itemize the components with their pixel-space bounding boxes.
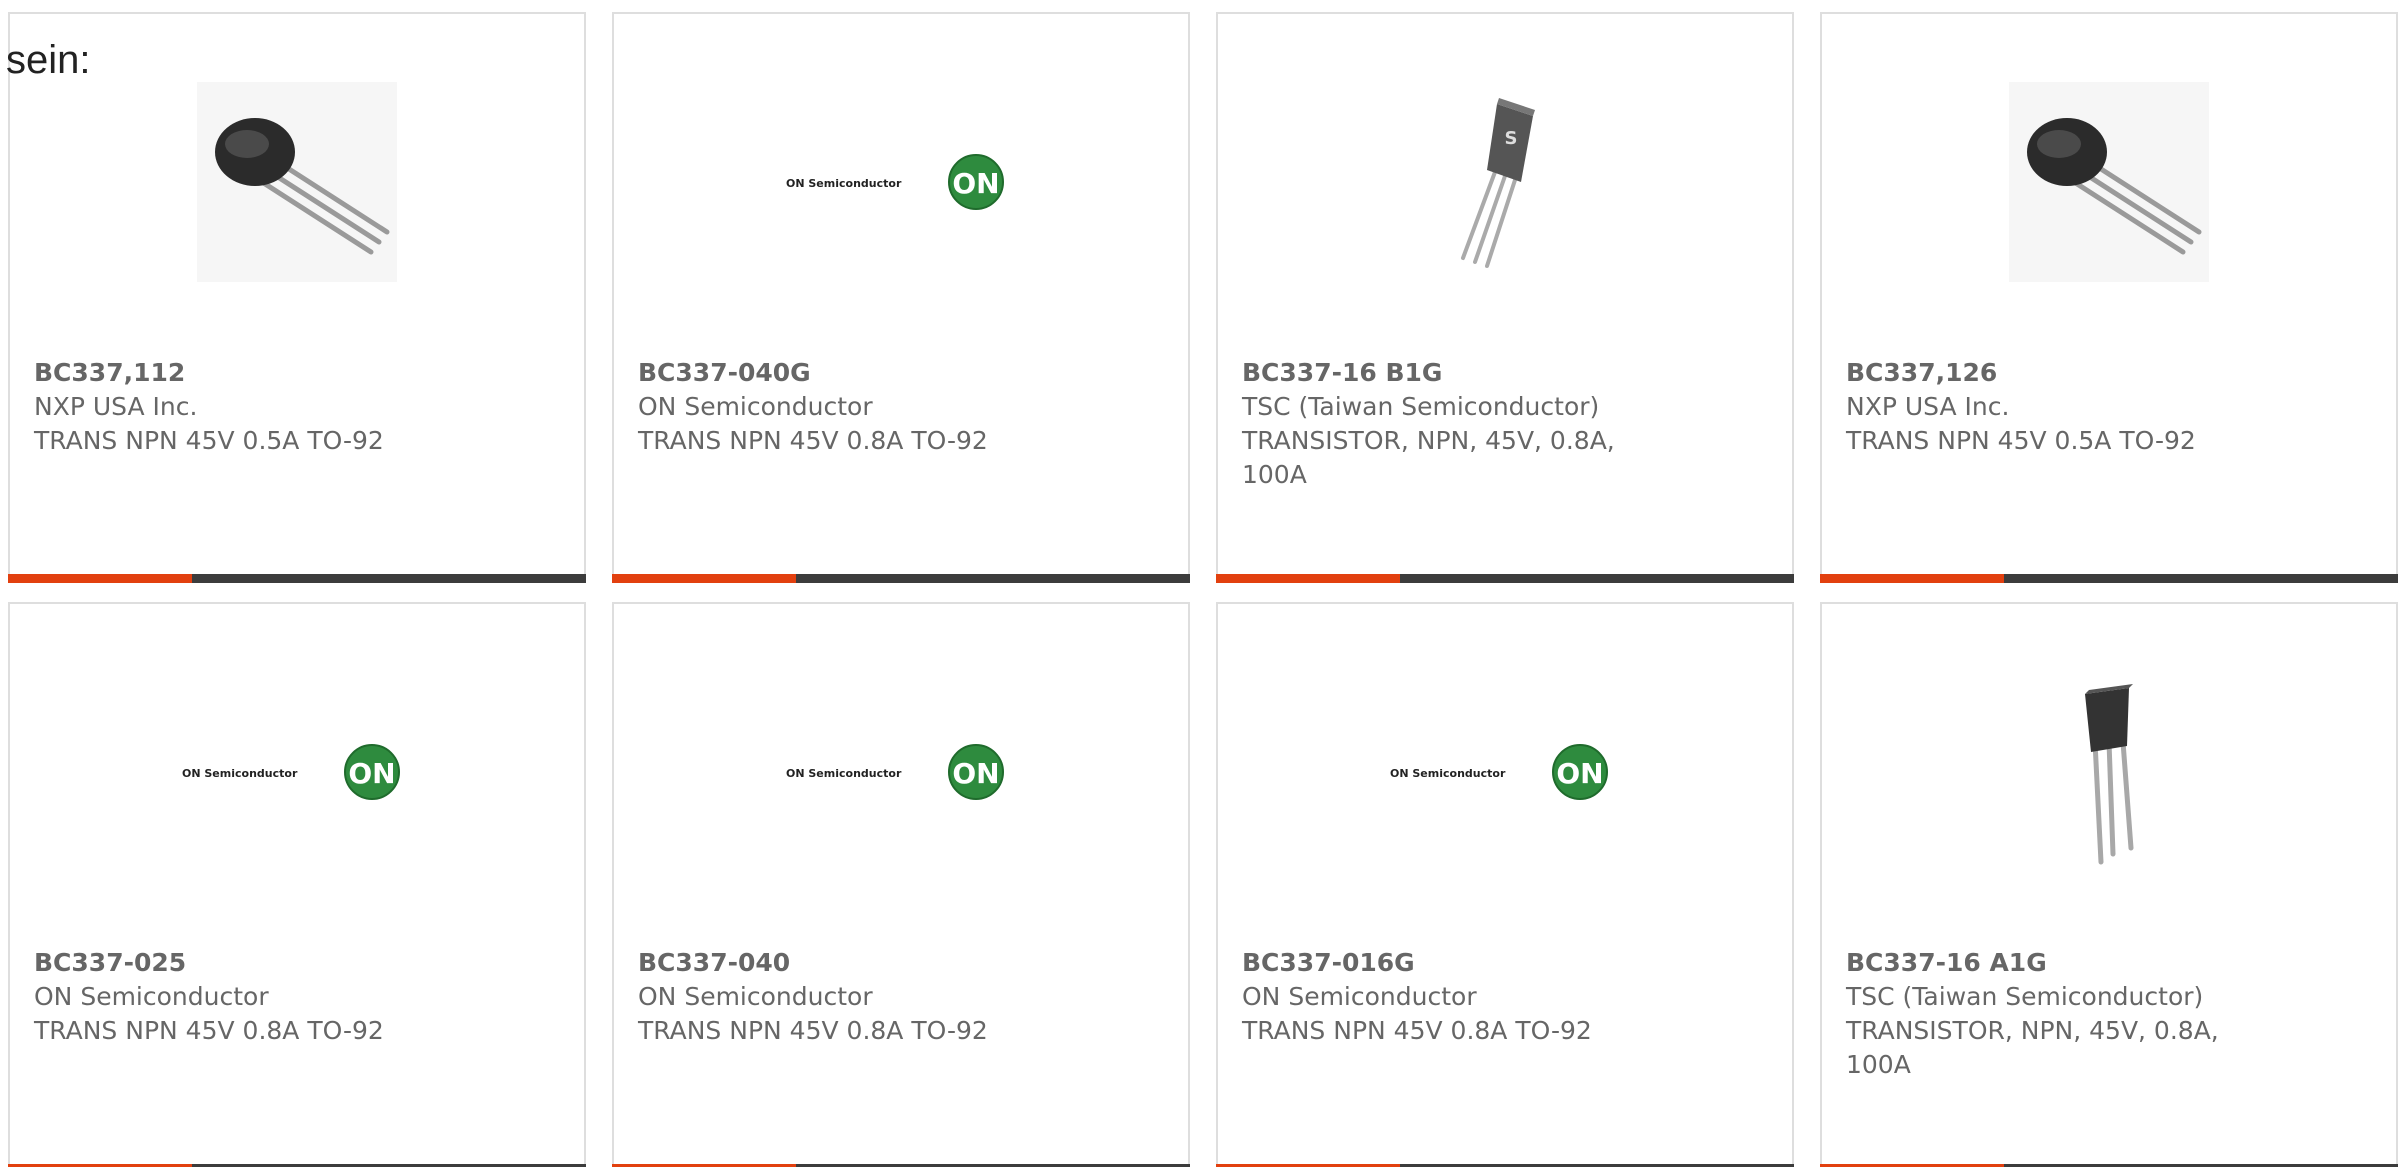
logo-badge: ON [952,757,999,790]
manufacturer: NXP USA Inc. [34,392,198,421]
product-card[interactable]: BC337,112 NXP USA Inc. TRANS NPN 45V 0.5… [8,12,586,583]
intro-text: sein: [6,38,91,82]
product-image[interactable] [1822,662,2396,882]
manufacturer: TSC (Taiwan Semiconductor) [1242,392,1600,421]
product-info: BC337-040G ON Semiconductor TRANS NPN 45… [638,356,1078,458]
to92-transistor-icon [197,82,397,282]
manufacturer: NXP USA Inc. [1846,392,2010,421]
product-info: BC337,126 NXP USA Inc. TRANS NPN 45V 0.5… [1846,356,2286,458]
product-image[interactable]: S [1218,72,1792,292]
card-bottom-bar [1820,574,2398,583]
product-listing-page: sein: BC337,112 NXP USA Inc. TRANS NPN 4… [0,0,2400,1167]
card-accent-bar [8,574,192,583]
description: TRANS NPN 45V 0.8A TO-92 [638,1016,988,1045]
logo-badge: ON [348,757,395,790]
manufacturer: ON Semiconductor [638,982,873,1011]
description: TRANS NPN 45V 0.8A TO-92 [1242,1016,1592,1045]
product-card[interactable]: S BC337-16 B1G TSC (Taiwan Semiconductor… [1216,12,1794,583]
part-number-link[interactable]: BC337-016G [1242,946,1682,980]
logo-text: ON Semiconductor [786,177,902,190]
product-card[interactable]: BC337-16 A1G TSC (Taiwan Semiconductor) … [1820,602,2398,1167]
to92-transistor-icon [2009,82,2209,282]
part-number-link[interactable]: BC337-040 [638,946,1078,980]
part-number-link[interactable]: BC337-025 [34,946,474,980]
product-card[interactable]: BC337,126 NXP USA Inc. TRANS NPN 45V 0.5… [1820,12,2398,583]
tsc-transistor-icon: S [1461,98,1535,268]
card-bottom-bar [8,574,586,583]
product-image[interactable]: ON Semiconductor ON [614,72,1188,292]
description: TRANSISTOR, NPN, 45V, 0.8A, 100A [1846,1016,2219,1079]
manufacturer: ON Semiconductor [1242,982,1477,1011]
product-card[interactable]: ON Semiconductor ON BC337-040G ON Semico… [612,12,1190,583]
description: TRANS NPN 45V 0.5A TO-92 [1846,426,2196,455]
part-number-link[interactable]: BC337,126 [1846,356,2286,390]
on-semiconductor-logo-icon: ON Semiconductor ON [1390,744,1608,800]
logo-badge: ON [1556,757,1603,790]
product-card[interactable]: ON Semiconductor ON BC337-016G ON Semico… [1216,602,1794,1167]
description: TRANS NPN 45V 0.8A TO-92 [638,426,988,455]
part-number-link[interactable]: BC337-16 A1G [1846,946,2286,980]
part-number-link[interactable]: BC337-16 B1G [1242,356,1682,390]
description: TRANS NPN 45V 0.8A TO-92 [34,1016,384,1045]
card-accent-bar [1216,574,1400,583]
card-bottom-bar [1216,574,1794,583]
manufacturer: ON Semiconductor [638,392,873,421]
card-accent-bar [612,574,796,583]
product-image[interactable]: ON Semiconductor ON [614,662,1188,882]
product-image[interactable] [10,72,584,292]
product-card[interactable]: ON Semiconductor ON BC337-025 ON Semicon… [8,602,586,1167]
description: TRANS NPN 45V 0.5A TO-92 [34,426,384,455]
part-number-link[interactable]: BC337-040G [638,356,1078,390]
product-image[interactable]: ON Semiconductor ON [10,662,584,882]
card-bottom-bar [612,574,1190,583]
part-number-link[interactable]: BC337,112 [34,356,474,390]
tsc-straight-transistor-icon [2085,684,2134,865]
product-image[interactable]: ON Semiconductor ON [1218,662,1792,882]
on-semiconductor-logo-icon: ON Semiconductor ON [786,744,1004,800]
product-info: BC337-040 ON Semiconductor TRANS NPN 45V… [638,946,1078,1048]
logo-text: ON Semiconductor [1390,767,1506,780]
logo-text: ON Semiconductor [786,767,902,780]
description: TRANSISTOR, NPN, 45V, 0.8A, 100A [1242,426,1615,489]
product-info: BC337,112 NXP USA Inc. TRANS NPN 45V 0.5… [34,356,474,458]
on-semiconductor-logo-icon: ON Semiconductor ON [182,744,400,800]
logo-badge: ON [952,167,999,200]
product-grid: BC337,112 NXP USA Inc. TRANS NPN 45V 0.5… [8,12,2398,1167]
product-info: BC337-016G ON Semiconductor TRANS NPN 45… [1242,946,1682,1048]
svg-text:S: S [1505,128,1518,149]
on-semiconductor-logo-icon: ON Semiconductor ON [786,154,1004,210]
product-card[interactable]: ON Semiconductor ON BC337-040 ON Semicon… [612,602,1190,1167]
product-image[interactable] [1822,72,2396,292]
logo-text: ON Semiconductor [182,767,298,780]
product-info: BC337-16 A1G TSC (Taiwan Semiconductor) … [1846,946,2286,1082]
product-info: BC337-025 ON Semiconductor TRANS NPN 45V… [34,946,474,1048]
manufacturer: ON Semiconductor [34,982,269,1011]
card-accent-bar [1820,574,2004,583]
manufacturer: TSC (Taiwan Semiconductor) [1846,982,2204,1011]
product-info: BC337-16 B1G TSC (Taiwan Semiconductor) … [1242,356,1682,492]
